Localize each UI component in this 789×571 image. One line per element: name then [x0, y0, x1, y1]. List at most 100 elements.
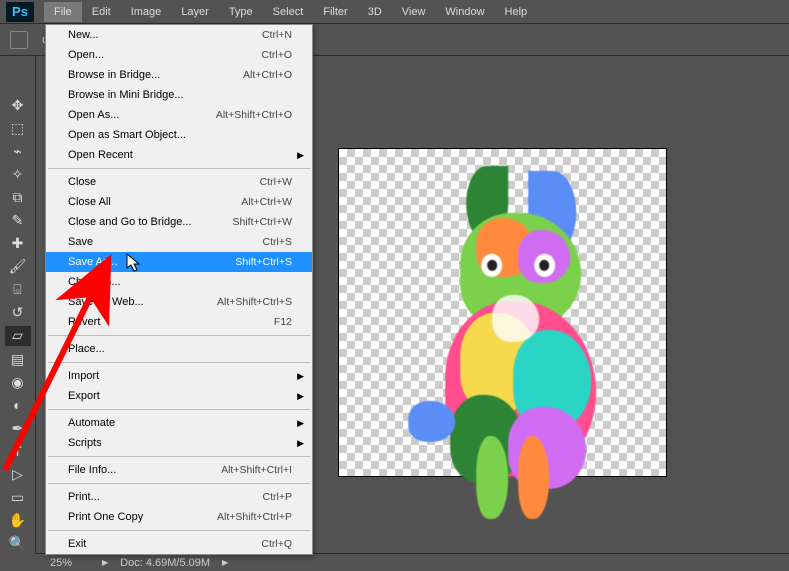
menu-item-open-recent[interactable]: Open Recent ▶ [46, 145, 312, 165]
tool-hand[interactable]: ✋ [5, 511, 31, 530]
menu-item-label: Place... [68, 343, 105, 355]
document-info: Doc: 4.69M/5.09M [120, 557, 210, 569]
menu-item-label: Close All [68, 196, 111, 208]
menu-item-automate[interactable]: Automate ▶ [46, 413, 312, 433]
menu-item-label: Export [68, 390, 100, 402]
tool-gradient[interactable]: ▤ [5, 350, 31, 369]
menu-item-shortcut: Ctrl+N [262, 29, 292, 41]
menu-item-check-in[interactable]: Check In... [46, 272, 312, 292]
menu-window[interactable]: Window [435, 2, 494, 22]
menu-item-label: File Info... [68, 464, 116, 476]
menu-item-import[interactable]: Import▶ [46, 366, 312, 386]
status-bar: 25% ▶ Doc: 4.69M/5.09M ▶ [36, 553, 789, 571]
menu-help[interactable]: Help [495, 2, 538, 22]
tool-shape[interactable]: ▭ [5, 488, 31, 507]
tool-stamp[interactable]: ⌺ [5, 280, 31, 299]
tool-path[interactable]: ▷ [5, 465, 31, 484]
menu-item-label: Open... [68, 49, 104, 61]
menu-item-save[interactable]: Save Ctrl+S [46, 232, 312, 252]
menu-item-close-all[interactable]: Close AllAlt+Ctrl+W [46, 192, 312, 212]
menu-item-shortcut: Ctrl+Q [261, 538, 292, 550]
menu-select[interactable]: Select [263, 2, 314, 22]
file-menu-dropdown: New... Ctrl+N Open... Ctrl+O Browse in Bridg… [45, 24, 313, 555]
menu-item-label: Open As... [68, 109, 119, 121]
menu-image[interactable]: Image [121, 2, 172, 22]
menu-item-new[interactable]: New... Ctrl+N [46, 25, 312, 45]
submenu-arrow-icon: ▶ [297, 391, 304, 402]
tool-blur[interactable]: ◉ [5, 373, 31, 392]
tool-history[interactable]: ↺ [5, 303, 31, 322]
submenu-arrow-icon: ▶ [297, 418, 304, 429]
menu-item-shortcut: Ctrl+O [261, 49, 292, 61]
menu-item-file-info[interactable]: File Info... Alt+Shift+Ctrl+I [46, 460, 312, 480]
document-canvas[interactable] [338, 148, 667, 477]
tool-brush[interactable]: 🖌 [5, 257, 31, 276]
menu-item-print-one-copy[interactable]: Print One CopyAlt+Shift+Ctrl+P [46, 507, 312, 527]
menu-type[interactable]: Type [219, 2, 263, 22]
menu-layer[interactable]: Layer [171, 2, 219, 22]
menu-item-exit[interactable]: Exit Ctrl+Q [46, 534, 312, 554]
menu-item-label: Check In... [68, 276, 121, 288]
menu-item-label: New... [68, 29, 99, 41]
tool-lasso[interactable]: ⌁ [5, 142, 31, 161]
menu-item-label: Open Recent [68, 149, 133, 161]
menu-item-label: Open as Smart Object... [68, 129, 186, 141]
menu-item-shortcut: Shift+Ctrl+W [232, 216, 292, 228]
menu-item-label: Save for Web... [68, 296, 144, 308]
menu-item-label: Import [68, 370, 99, 382]
menu-item-shortcut: F12 [274, 316, 292, 328]
menu-item-save-for-web[interactable]: Save for Web... Alt+Shift+Ctrl+S [46, 292, 312, 312]
menu-item-label: Browse in Bridge... [68, 69, 160, 81]
menu-item-shortcut: Alt+Shift+Ctrl+S [217, 296, 292, 308]
menu-filter[interactable]: Filter [313, 2, 357, 22]
menu-3d[interactable]: 3D [358, 2, 392, 22]
menu-item-open[interactable]: Open... Ctrl+O [46, 45, 312, 65]
tool-patch[interactable]: ✚ [5, 234, 31, 253]
menu-item-label: Automate [68, 417, 115, 429]
menu-item-export[interactable]: Export ▶ [46, 386, 312, 406]
menu-item-shortcut: Alt+Shift+Ctrl+O [216, 109, 292, 121]
chevron-right-icon[interactable]: ▶ [222, 558, 228, 567]
tool-preset-icon[interactable] [10, 31, 28, 49]
menu-item-label: Save As... [68, 256, 118, 268]
menu-item-scripts[interactable]: Scripts▶ [46, 433, 312, 453]
zoom-level[interactable]: 25% [50, 557, 90, 569]
tool-move[interactable]: ✥ [5, 96, 31, 115]
tool-pen[interactable]: ✒ [5, 419, 31, 438]
menu-item-browse-in-mini-bridge[interactable]: Browse in Mini Bridge... [46, 85, 312, 105]
submenu-arrow-icon: ▶ [297, 150, 304, 161]
chevron-right-icon[interactable]: ▶ [102, 558, 108, 567]
menu-item-browse-in-bridge[interactable]: Browse in Bridge...Alt+Ctrl+O [46, 65, 312, 85]
menu-item-shortcut: Alt+Shift+Ctrl+I [221, 464, 292, 476]
menu-item-label: Close [68, 176, 96, 188]
tool-type[interactable]: T [5, 442, 31, 461]
tool-crop[interactable]: ⧉ [5, 188, 31, 207]
menu-bar: Ps FileEditImageLayerTypeSelectFilter3DV… [0, 0, 789, 24]
menu-item-place[interactable]: Place... [46, 339, 312, 359]
tool-wand[interactable]: ✧ [5, 165, 31, 184]
menu-file[interactable]: File [44, 2, 82, 22]
menu-item-revert[interactable]: RevertF12 [46, 312, 312, 332]
submenu-arrow-icon: ▶ [297, 438, 304, 449]
menu-item-save-as[interactable]: Save As... Shift+Ctrl+S [46, 252, 312, 272]
tool-eraser[interactable]: ▱ [5, 326, 31, 345]
menu-item-close-and-go-to-bridge[interactable]: Close and Go to Bridge...Shift+Ctrl+W [46, 212, 312, 232]
tool-marquee[interactable]: ⬚ [5, 119, 31, 138]
menu-item-shortcut: Ctrl+S [263, 236, 292, 248]
photoshop-logo: Ps [6, 2, 34, 22]
tool-zoom[interactable]: 🔍 [5, 534, 31, 553]
tool-eyedrop[interactable]: ✎ [5, 211, 31, 230]
menu-item-open-as-smart-object[interactable]: Open as Smart Object... [46, 125, 312, 145]
menu-edit[interactable]: Edit [82, 2, 121, 22]
menu-item-label: Save [68, 236, 93, 248]
menu-view[interactable]: View [392, 2, 436, 22]
menu-item-print[interactable]: Print...Ctrl+P [46, 487, 312, 507]
menu-item-shortcut: Ctrl+W [260, 176, 292, 188]
menu-item-label: Exit [68, 538, 86, 550]
menu-item-label: Print... [68, 491, 100, 503]
menu-item-open-as[interactable]: Open As... Alt+Shift+Ctrl+O [46, 105, 312, 125]
tool-dodge[interactable]: ◐ [5, 396, 31, 415]
menu-item-close[interactable]: Close Ctrl+W [46, 172, 312, 192]
menu-item-shortcut: Shift+Ctrl+S [235, 256, 292, 268]
canvas-artwork [372, 165, 634, 459]
